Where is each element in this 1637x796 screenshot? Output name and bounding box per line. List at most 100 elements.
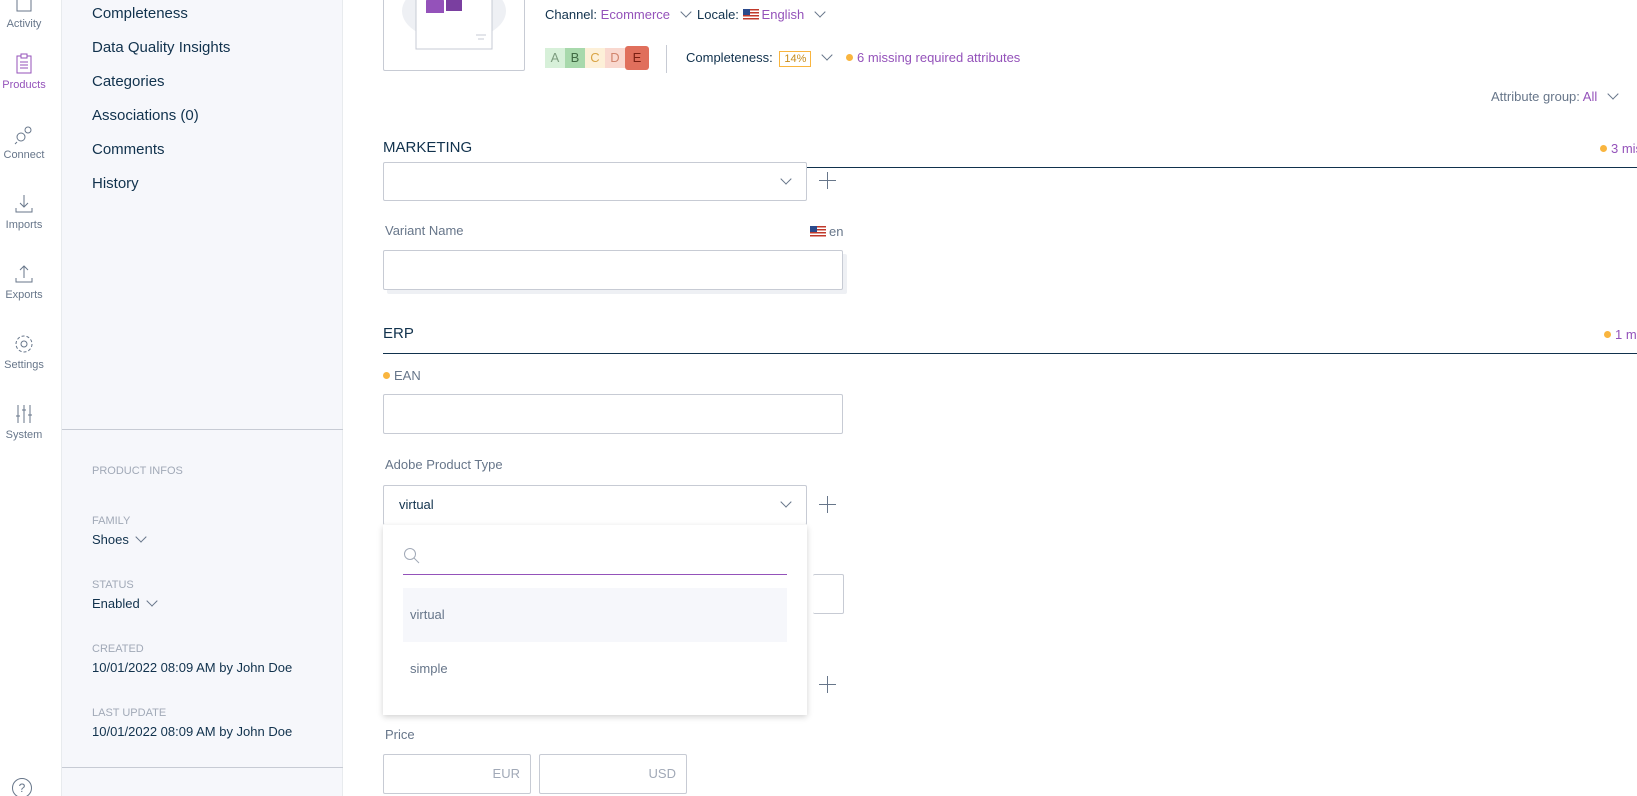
section-missing-text: 3 mis [1611,141,1637,156]
dqi-grade-c: C [585,48,605,68]
locale-switcher[interactable]: Locale: English [697,6,826,22]
price-label: Price [385,727,415,742]
column-divider [62,767,343,768]
chevron-down-icon [814,6,826,18]
us-flag-icon [810,226,826,237]
chevron-down-icon [146,595,158,607]
menu-item-label: Imports [5,219,43,231]
menu-item-label: Exports [5,289,43,301]
activity-icon [16,0,32,12]
menu-item-products[interactable]: Products [0,53,48,91]
add-option-button[interactable] [819,496,837,514]
product-edit-form: Channel: Ecommerce Locale: English A B C… [343,0,1637,796]
status-value: Enabled [92,596,140,611]
menu-item-exports[interactable]: Exports [0,263,48,301]
dropdown-option-simple[interactable]: simple [403,642,787,696]
us-flag-icon [742,9,759,20]
nav-link-categories[interactable]: Categories [92,73,165,90]
section-divider [383,353,1637,354]
product-column: Completeness Data Quality Insights Categ… [62,0,343,796]
nav-link-completeness[interactable]: Completeness [92,5,188,22]
dqi-grade-a: A [545,48,565,68]
plug-icon [14,126,32,145]
chevron-down-icon [679,6,692,18]
section-title-marketing: MARKETING [383,139,473,156]
completeness-badge: 14% [779,51,812,67]
search-icon [404,548,420,564]
last-update-value: 10/01/2022 08:09 AM by John Doe [92,724,293,739]
menu-item-imports[interactable]: Imports [0,193,48,231]
gear-icon [15,335,33,353]
section-missing-erp[interactable]: 1 m [1604,327,1637,342]
menu-item-label: System [5,429,43,441]
main-menu: Activity Products Connect Imports Export… [0,0,62,796]
chevron-down-icon [135,531,147,543]
ean-label-text: EAN [394,368,421,383]
menu-item-label: Connect [3,149,45,161]
header-separator [666,45,667,73]
locale-value: English [761,7,805,22]
menu-item-system[interactable]: System [0,403,48,441]
clipboard-icon [16,53,32,74]
section-missing-marketing[interactable]: 3 mis [1600,141,1637,156]
menu-item-label: Activity [6,18,42,30]
marketing-select[interactable] [383,162,807,201]
channel-value: Ecommerce [600,7,671,22]
dqi-grade-d: D [605,48,625,68]
chevron-down-icon [821,49,833,61]
menu-item-settings[interactable]: Settings [0,333,48,371]
product-infos-title: PRODUCT INFOS [92,465,183,477]
add-option-button[interactable] [819,676,837,694]
help-button[interactable]: ? [12,778,32,796]
channel-switcher[interactable]: Channel: Ecommerce [545,6,692,22]
completeness-dropdown[interactable]: Completeness: 14% [686,49,833,67]
family-value: Shoes [92,532,129,547]
family-selector[interactable]: Shoes [92,531,147,547]
export-icon [15,265,33,283]
missing-required-link[interactable]: 6 missing required attributes [846,50,1020,65]
warning-dot-icon [1600,145,1607,152]
product-image[interactable] [383,0,525,71]
status-label: STATUS [92,579,134,591]
attribute-group-label: Attribute group: [1491,89,1580,104]
warning-dot-icon [1604,331,1611,338]
section-title-erp: ERP [383,325,414,342]
warning-dot-icon [846,54,853,61]
status-selector[interactable]: Enabled [92,595,158,611]
dqi-grade-b: B [565,48,585,68]
nav-link-data-quality-insights[interactable]: Data Quality Insights [92,39,230,56]
completeness-label: Completeness: [686,50,773,65]
variant-name-input[interactable] [383,250,843,290]
created-label: CREATED [92,643,144,655]
price-eur-input[interactable]: EUR [383,754,531,794]
locale-label: Locale: [697,7,739,22]
chevron-down-icon [1607,88,1619,100]
adobe-product-type-value: virtual [399,497,434,512]
product-thumbnail-illustration [402,0,506,50]
import-icon [15,195,33,213]
nav-link-associations[interactable]: Associations (0) [92,107,199,124]
missing-required-text: 6 missing required attributes [857,50,1021,65]
last-update-label: LAST UPDATE [92,707,167,719]
nav-link-comments[interactable]: Comments [92,141,165,158]
chevron-down-icon [780,496,792,508]
menu-item-label: Products [2,79,46,91]
ean-input[interactable] [383,394,843,434]
ean-label: EAN [383,368,421,383]
hidden-field-edge [813,574,844,614]
dropdown-option-virtual[interactable]: virtual [403,588,787,642]
nav-link-history[interactable]: History [92,175,139,192]
price-usd-input[interactable]: USD [539,754,687,794]
warning-dot-icon [383,372,390,379]
menu-item-connect[interactable]: Connect [0,123,48,161]
dropdown-search[interactable] [403,537,787,575]
add-option-button[interactable] [819,172,837,190]
adobe-product-type-select[interactable]: virtual [383,485,807,525]
attribute-group-selector[interactable]: Attribute group: All [1491,88,1619,104]
channel-label: Channel: [545,7,598,22]
adobe-product-type-dropdown: virtual simple [383,525,807,715]
menu-item-activity[interactable]: Activity [0,0,48,30]
locale-code: en [829,224,844,239]
column-divider [62,429,343,430]
data-quality-badge: A B C D E [545,46,649,70]
